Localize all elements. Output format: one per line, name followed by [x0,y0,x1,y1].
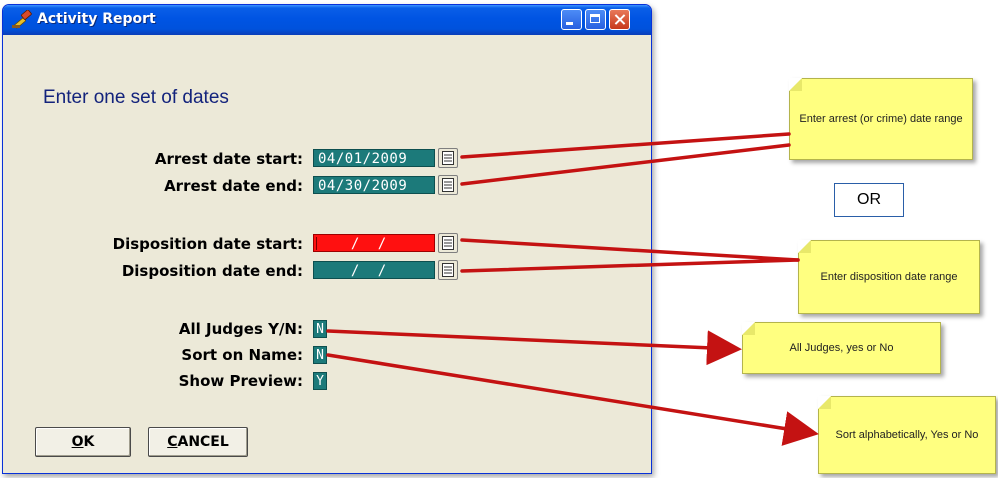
calendar-icon [442,178,454,192]
arrest-end-calendar-button[interactable] [438,175,458,195]
sort-on-name-label: Sort on Name: [181,346,303,364]
or-label: OR [834,183,904,217]
disposition-start-field[interactable]: / / [313,234,435,252]
disposition-end-calendar-button[interactable] [438,260,458,280]
ok-label: K [83,434,95,450]
arrest-start-calendar-button[interactable] [438,148,458,168]
gavel-icon [12,10,32,29]
all-judges-label: All Judges Y/N: [178,320,303,338]
show-preview-field[interactable]: Y [313,372,327,390]
show-preview-label: Show Preview: [178,372,303,390]
cancel-label: ANCEL [177,434,229,450]
callout-disposition-dates: Enter disposition date range [798,240,980,314]
ok-accelerator: O [71,434,84,450]
calendar-icon [442,263,454,277]
title-bar[interactable]: Activity Report [3,5,651,35]
arrest-start-field[interactable]: 04/01/2009 [313,149,435,167]
activity-report-window: Activity Report Enter one set of dates A… [2,4,652,474]
form-heading: Enter one set of dates [43,87,229,108]
all-judges-field[interactable]: N [313,320,327,338]
cancel-accelerator: C [167,434,178,450]
maximize-button[interactable] [585,9,606,30]
disposition-start-label: Disposition date start: [112,235,303,253]
arrest-end-field[interactable]: 04/30/2009 [313,176,435,194]
cancel-button[interactable]: CANCEL [148,427,248,457]
sort-on-name-field[interactable]: N [313,346,327,364]
ok-button[interactable]: OK [35,427,131,457]
disposition-start-calendar-button[interactable] [438,233,458,253]
close-button[interactable] [609,9,630,30]
callout-arrest-dates: Enter arrest (or crime) date range [789,78,973,160]
arrest-start-label: Arrest date start: [154,150,303,168]
callout-sort-alphabetically: Sort alphabetically, Yes or No [818,396,996,474]
callout-all-judges: All Judges, yes or No [742,322,941,374]
calendar-icon [442,236,454,250]
arrest-end-label: Arrest date end: [164,177,303,195]
disposition-end-field[interactable]: / / [313,261,435,279]
minimize-button[interactable] [561,9,582,30]
disposition-end-label: Disposition date end: [121,262,303,280]
window-title: Activity Report [37,11,156,27]
calendar-icon [442,151,454,165]
